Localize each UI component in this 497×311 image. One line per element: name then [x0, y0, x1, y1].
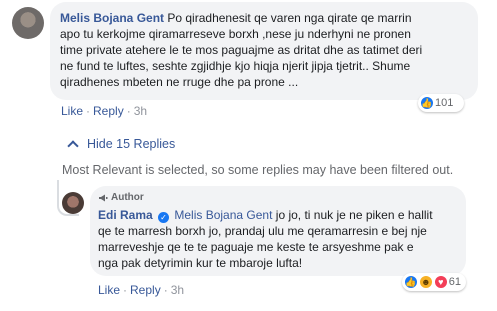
main-comment-line: Melis Bojana Gent Po qiradhenesit qe var… [60, 11, 412, 25]
reply-button[interactable]: Reply [130, 283, 161, 297]
main-reaction-count: 101 [435, 97, 454, 109]
like-button[interactable]: Like [98, 283, 120, 297]
like-reaction-icon: 👍 [420, 96, 434, 110]
main-comment-author[interactable]: Melis Bojana Gent [60, 11, 164, 25]
main-comment-line: ne fund te luftes, seshte zgjidhje kjo h… [60, 59, 411, 73]
reply-line: qe te marresh borxh jo, prandaj ulu me q… [98, 224, 427, 238]
haha-reaction-icon: ☻ [418, 275, 433, 289]
megaphone-icon [99, 194, 108, 202]
commenter-avatar[interactable] [12, 7, 44, 39]
chevron-up-icon [67, 139, 79, 152]
hide-replies-button[interactable]: Hide 15 Replies [65, 137, 176, 152]
reply-author-avatar[interactable] [62, 192, 84, 214]
reply-author[interactable]: Edi Rama [98, 208, 153, 222]
like-button[interactable]: Like [61, 104, 83, 118]
reply-line: marreveshje qe te te paguaje me keste te… [98, 240, 414, 254]
reply-actions: Like · Reply · 3h [98, 283, 185, 297]
reply-line: Edi Rama ✓ Melis Bojana Gent jo jo, ti n… [98, 208, 433, 223]
main-comment-line: time private atehere le te mos paguajme … [60, 43, 423, 57]
reply-line: nga pak detyrimin kur te mbaroje lufta! [98, 256, 303, 270]
verified-badge-icon: ✓ [158, 212, 170, 223]
reply-reaction-count: 61 [448, 276, 462, 288]
like-reaction-icon: 👍 [404, 275, 418, 289]
comment-timestamp[interactable]: 3h [134, 104, 147, 118]
filter-note: Most Relevant is selected, so some repli… [62, 163, 454, 177]
hide-replies-label: Hide 15 Replies [87, 137, 176, 151]
reply-reactions[interactable]: 👍 ☻ ♥ 61 [402, 273, 466, 291]
love-reaction-icon: ♥ [433, 275, 448, 289]
reply-button[interactable]: Reply [93, 104, 124, 118]
main-comment-actions: Like · Reply · 3h [61, 104, 148, 118]
main-comment-line: qiradhenes mbeten ne rruge dhe pa prone … [60, 75, 299, 89]
reply-mention[interactable]: Melis Bojana Gent [174, 208, 272, 222]
author-badge: Author [98, 192, 458, 204]
main-comment-line: apo tu kerkojme qiramarreseve borxh ,nes… [60, 27, 411, 41]
main-comment-bubble: Melis Bojana Gent Po qiradhenesit qe var… [50, 2, 478, 100]
reply-timestamp[interactable]: 3h [171, 283, 184, 297]
main-comment-reactions[interactable]: 👍 101 [418, 94, 464, 112]
reply-bubble: Author Edi Rama ✓ Melis Bojana Gent jo j… [90, 186, 466, 276]
